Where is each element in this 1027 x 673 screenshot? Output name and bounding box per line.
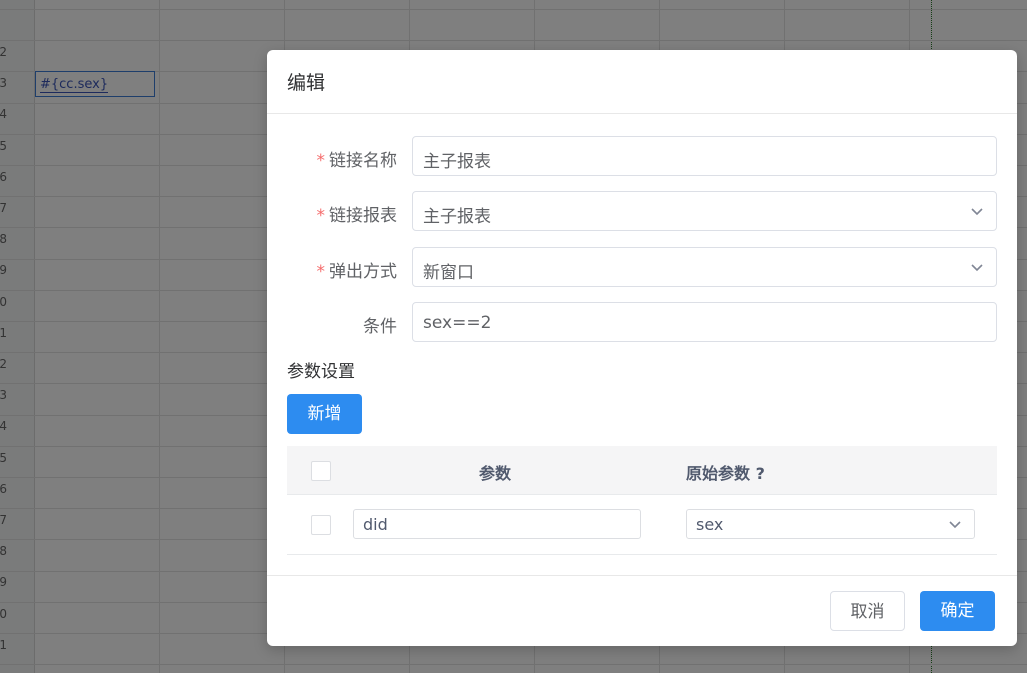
chevron-down-icon — [971, 208, 983, 216]
dialog-title: 编辑 — [287, 72, 326, 94]
original-param-value: sex — [696, 515, 724, 534]
condition-label: 条件 — [363, 317, 397, 337]
column-header-param: 参数 — [479, 464, 512, 483]
cancel-button[interactable]: 取消 — [830, 591, 905, 631]
link-name-value: 主子报表 — [423, 152, 491, 172]
link-report-label: * 链接报表 — [316, 206, 398, 226]
add-param-button[interactable]: 新增 — [287, 394, 362, 434]
chevron-down-icon — [971, 264, 983, 272]
condition-value: sex==2 — [423, 313, 492, 333]
chevron-down-icon — [949, 521, 961, 529]
confirm-button[interactable]: 确定 — [920, 591, 995, 631]
popup-mode-value: 新窗口 — [423, 263, 474, 283]
param-value: did — [363, 515, 388, 534]
edit-link-dialog: 编辑 * 链接名称 主子报表 * 链接报表 主子报表 * 弹出方式 新窗口 条件 se… — [267, 50, 1017, 646]
form-row-popup-mode: * 弹出方式 新窗口 — [267, 247, 1017, 287]
params-section-title: 参数设置 — [287, 362, 355, 382]
dialog-header: 编辑 — [267, 50, 1017, 114]
dialog-footer: 取消 确定 — [267, 575, 1017, 647]
original-param-select[interactable]: sex — [686, 509, 975, 539]
param-input[interactable]: did — [353, 509, 641, 539]
row-checkbox[interactable] — [311, 515, 331, 535]
popup-mode-select[interactable]: 新窗口 — [412, 247, 997, 287]
params-table: 参数 原始参数 ? did sex — [287, 446, 997, 555]
popup-mode-label: * 弹出方式 — [316, 262, 398, 282]
required-mark: * — [316, 262, 326, 282]
form-row-link-report: * 链接报表 主子报表 — [267, 191, 1017, 231]
required-mark: * — [316, 206, 326, 226]
column-header-original-param: 原始参数 ? — [686, 464, 765, 483]
link-report-select[interactable]: 主子报表 — [412, 191, 997, 231]
link-name-input[interactable]: 主子报表 — [412, 136, 997, 176]
condition-input[interactable]: sex==2 — [412, 302, 997, 342]
link-name-label: * 链接名称 — [316, 151, 398, 171]
table-row: did sex — [287, 495, 997, 555]
link-report-value: 主子报表 — [423, 207, 491, 227]
select-all-checkbox[interactable] — [311, 461, 331, 481]
form-row-condition: 条件 sex==2 — [267, 302, 1017, 342]
params-table-header: 参数 原始参数 ? — [287, 446, 997, 495]
required-mark: * — [316, 151, 326, 171]
form-row-link-name: * 链接名称 主子报表 — [267, 136, 1017, 176]
